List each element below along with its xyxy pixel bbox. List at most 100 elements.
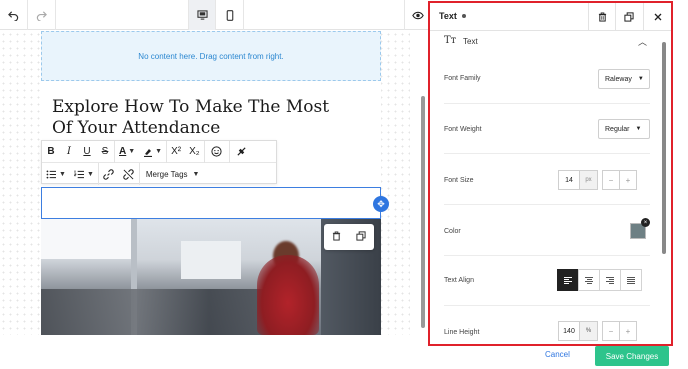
move-icon: ✥	[377, 198, 385, 209]
font-weight-select[interactable]: Regular ▼	[598, 119, 650, 139]
close-icon	[654, 13, 661, 21]
font-weight-label: Font Weight	[444, 126, 482, 133]
save-changes-button[interactable]: Save Changes	[595, 346, 669, 366]
link-button[interactable]	[99, 163, 119, 185]
duplicate-icon	[356, 230, 366, 241]
font-family-select[interactable]: Raleway ▼	[598, 69, 650, 89]
unlink-icon	[123, 168, 135, 180]
font-size-unit: px	[580, 170, 598, 190]
undo-button[interactable]	[0, 0, 28, 30]
decrease-line-height-button[interactable]: −	[602, 321, 620, 341]
numbered-list-button[interactable]: ▼	[70, 163, 98, 185]
superscript-button[interactable]: X²	[167, 141, 185, 163]
duplicate-image-button[interactable]	[356, 230, 366, 244]
desktop-view-button[interactable]	[188, 0, 216, 30]
chevron-down-icon: ▼	[637, 76, 644, 82]
chevron-down-icon: ▼	[128, 148, 136, 155]
section-label: Text	[463, 37, 478, 46]
panel-scrollbar[interactable]	[662, 42, 666, 254]
line-height-control: 140 % − +	[558, 321, 637, 341]
italic-button[interactable]: I	[60, 141, 78, 163]
chevron-down-icon: ▼	[59, 170, 66, 178]
chevron-down-icon: ▼	[155, 148, 163, 155]
highlight-button[interactable]: ▼	[139, 141, 166, 163]
color-row: Color ×	[444, 206, 650, 256]
close-panel-button[interactable]	[643, 3, 671, 31]
editor-toolbar	[0, 0, 430, 30]
text-section-header[interactable]: Tт Text ︿	[430, 32, 660, 52]
align-left-icon	[564, 276, 572, 284]
clear-color-button[interactable]: ×	[641, 218, 650, 227]
emoji-button[interactable]	[205, 141, 229, 163]
font-size-row: Font Size 14 px − +	[444, 155, 650, 205]
merge-tags-dropdown[interactable]: Merge Tags ▼	[140, 163, 206, 185]
redo-button[interactable]	[28, 0, 56, 30]
chevron-up-icon: ︿	[638, 37, 648, 47]
chevron-down-icon: ▼	[192, 170, 200, 178]
mobile-view-button[interactable]	[216, 0, 244, 30]
link-icon	[103, 168, 115, 180]
delete-block-button[interactable]	[588, 3, 615, 31]
text-align-control	[557, 269, 642, 291]
bold-button[interactable]: B	[42, 141, 60, 163]
align-justify-button[interactable]	[620, 269, 642, 291]
line-height-label: Line Height	[444, 329, 480, 336]
undo-icon	[8, 10, 19, 21]
align-left-button[interactable]	[557, 269, 579, 291]
increase-font-size-button[interactable]: +	[619, 170, 637, 190]
duplicate-block-button[interactable]	[615, 3, 642, 31]
close-icon: ×	[643, 219, 648, 226]
align-center-icon	[585, 276, 593, 284]
email-editor: No content here. Drag content from right…	[0, 0, 688, 369]
emoji-icon	[211, 146, 222, 157]
numbered-list-icon	[74, 169, 84, 178]
align-center-button[interactable]	[578, 269, 600, 291]
preview-button[interactable]	[404, 0, 430, 30]
panel-header: Text	[430, 3, 671, 31]
font-size-label: Font Size	[444, 177, 474, 184]
align-right-button[interactable]	[599, 269, 621, 291]
strikethrough-button[interactable]: S	[96, 141, 114, 163]
line-height-unit: %	[580, 321, 598, 341]
eye-icon	[411, 11, 424, 19]
font-color-icon: A	[119, 146, 127, 157]
text-align-row: Text Align	[444, 256, 650, 306]
cancel-button[interactable]: Cancel	[545, 350, 570, 359]
clear-format-button[interactable]	[230, 141, 254, 163]
font-family-label: Font Family	[444, 75, 481, 82]
line-height-input[interactable]: 140	[558, 321, 580, 341]
trash-icon	[598, 12, 606, 22]
photo-region	[257, 255, 319, 335]
line-height-row: Line Height 140 % − +	[444, 307, 650, 344]
empty-drop-zone-text: No content here. Drag content from right…	[138, 51, 284, 61]
bullet-list-button[interactable]: ▼	[42, 163, 70, 185]
align-right-icon	[606, 276, 614, 284]
decrease-font-size-button[interactable]: −	[602, 170, 620, 190]
font-size-input[interactable]: 14	[558, 170, 580, 190]
subscript-button[interactable]: X₂	[185, 141, 204, 163]
image-actions	[324, 224, 374, 250]
heading-text[interactable]: Explore How To Make The Most Of Your Att…	[52, 97, 352, 139]
color-label: Color	[444, 228, 461, 235]
text-align-label: Text Align	[444, 277, 474, 284]
font-weight-value: Regular	[605, 125, 630, 133]
duplicate-icon	[624, 12, 634, 22]
align-justify-icon	[627, 276, 635, 284]
chevron-down-icon: ▼	[635, 126, 642, 132]
properties-panel: Text Tт Text ︿ Font Family Raleway ▼ Fon…	[428, 1, 673, 346]
canvas-scrollbar[interactable]	[421, 96, 425, 328]
underline-button[interactable]: U	[78, 141, 96, 163]
text-block-selected[interactable]	[41, 187, 381, 219]
empty-drop-zone[interactable]: No content here. Drag content from right…	[41, 31, 381, 81]
move-handle[interactable]: ✥	[373, 196, 389, 212]
panel-title: Text	[439, 11, 457, 21]
unlink-button[interactable]	[119, 163, 139, 185]
font-color-button[interactable]: A ▼	[115, 141, 139, 163]
rich-text-toolbar-row: ▼ ▼ Merge Tags ▼	[42, 163, 276, 185]
increase-line-height-button[interactable]: +	[619, 321, 637, 341]
trash-icon	[332, 231, 340, 241]
rich-text-toolbar-row: B I U S A ▼ ▼ X² X₂	[42, 140, 276, 163]
font-family-row: Font Family Raleway ▼	[444, 54, 650, 104]
delete-image-button[interactable]	[332, 231, 341, 244]
text-size-icon: Tт	[444, 35, 457, 46]
